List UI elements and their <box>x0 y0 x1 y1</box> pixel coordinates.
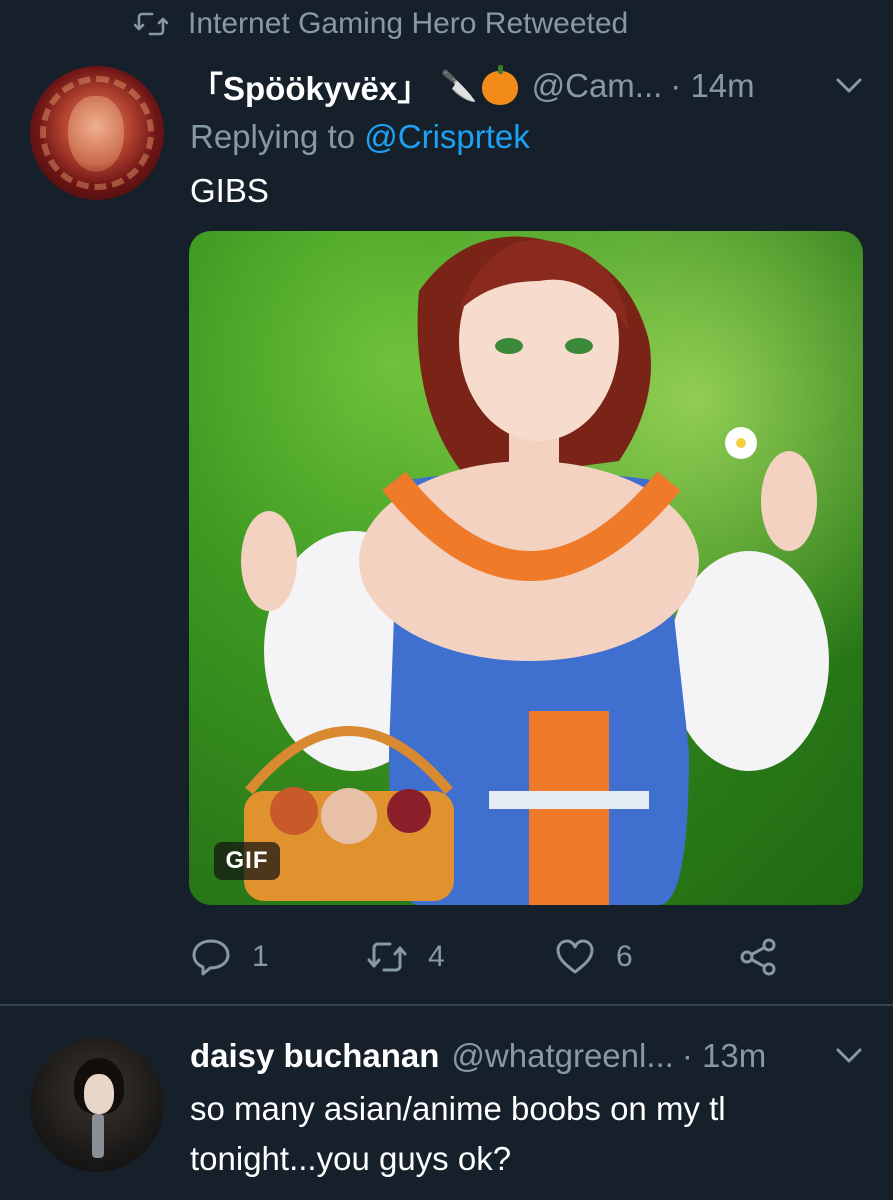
gif-illustration <box>189 231 863 905</box>
retweet-count: 4 <box>428 940 445 973</box>
share-button[interactable] <box>738 934 780 980</box>
knife-emoji-icon: 🔪 <box>440 69 478 103</box>
replying-to: Replying to @Crisprtek <box>190 118 530 156</box>
user-handle[interactable]: @whatgreenl... <box>451 1037 673 1075</box>
retweet-icon <box>134 12 168 36</box>
tweet-timestamp[interactable]: · 14m <box>670 67 754 105</box>
tweet-text-line: tonight...you guys ok? <box>190 1140 512 1177</box>
display-name[interactable]: 「Spöökyvëx」 <box>190 62 430 110</box>
retweet-banner-text: Internet Gaming Hero Retweeted <box>188 7 629 40</box>
share-icon <box>740 938 776 976</box>
pumpkin-emoji-icon <box>481 65 518 105</box>
chevron-down-icon[interactable] <box>834 74 864 96</box>
tweet-timestamp[interactable]: · 13m <box>682 1037 766 1075</box>
like-button[interactable]: 6 <box>554 934 633 980</box>
mention-link[interactable]: @Crisprtek <box>364 118 530 155</box>
tweet-header: 「Spöökyvëx」 🔪 @Cam... · 14m <box>190 62 755 110</box>
reply-icon <box>192 939 230 976</box>
reply-count: 1 <box>252 940 269 973</box>
like-count: 6 <box>616 940 633 973</box>
chevron-down-icon[interactable] <box>834 1044 864 1066</box>
tweet-text-line: so many asian/anime boobs on my tl <box>190 1090 726 1127</box>
tweet-media-gif[interactable] <box>189 231 863 905</box>
display-name[interactable]: daisy buchanan <box>190 1037 439 1075</box>
reply-button[interactable]: 1 <box>190 934 269 980</box>
avatar[interactable] <box>30 1038 164 1172</box>
retweet-button[interactable]: 4 <box>366 934 445 980</box>
gif-badge: GIF <box>214 842 280 880</box>
tweet-actions: 1 4 6 <box>190 934 790 980</box>
tweet-header: daisy buchanan @whatgreenl... · 13m <box>190 1032 766 1080</box>
tweet-divider <box>0 1004 893 1006</box>
heart-icon <box>556 939 594 974</box>
tweet-text: so many asian/anime boobs on my tl tonig… <box>190 1084 830 1184</box>
retweet-banner[interactable]: Internet Gaming Hero Retweeted <box>134 4 628 44</box>
user-handle[interactable]: @Cam... <box>532 67 663 105</box>
replying-to-label: Replying to <box>190 118 365 155</box>
avatar[interactable] <box>30 66 164 200</box>
tweet-text: GIBS <box>190 172 269 209</box>
retweet-icon <box>367 942 407 972</box>
